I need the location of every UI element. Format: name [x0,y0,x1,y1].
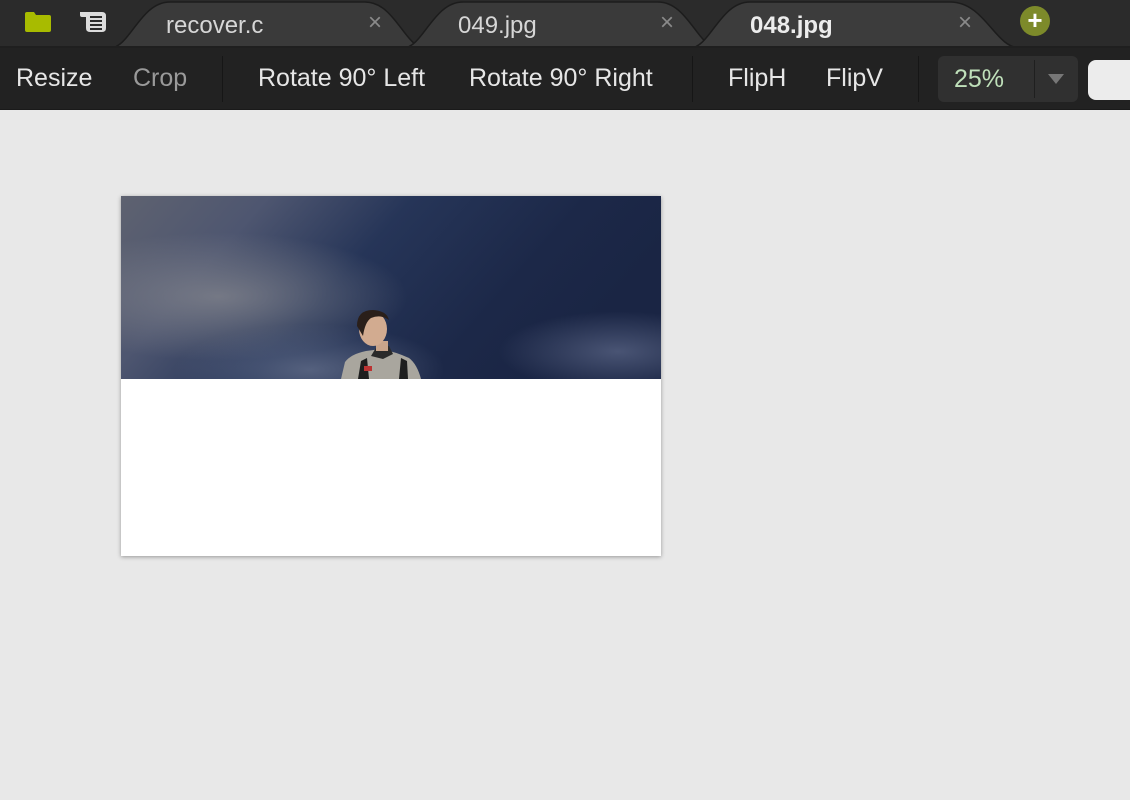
zoom-value: 25% [954,65,1005,93]
flip-vertical-button[interactable]: FlipV [826,48,883,108]
tab-recover-c[interactable]: recover.c × [110,0,425,48]
tab-label: 048.jpg [750,12,833,39]
resize-button[interactable]: Resize [16,48,92,108]
zoom-divider [1034,60,1035,98]
color-swatch-button[interactable] [1088,60,1130,100]
toolbar: Resize Crop Rotate 90° Left Rotate 90° R… [0,48,1130,110]
tab-label: 049.jpg [458,12,537,39]
crop-button[interactable]: Crop [133,48,187,108]
tab-049-jpg[interactable]: 049.jpg × [403,0,718,48]
toolbar-separator [692,56,693,102]
toolbar-separator [918,56,919,102]
tab-bar: recover.c × 049.jpg × 048.jpg × + [0,0,1130,48]
toolbar-separator [222,56,223,102]
notes-icon[interactable] [78,8,108,36]
image-canvas[interactable] [121,196,661,556]
flip-horizontal-button[interactable]: FlipH [728,48,786,108]
folder-icon[interactable] [23,8,53,36]
add-tab-button[interactable]: + [1020,6,1050,36]
rotate-left-button[interactable]: Rotate 90° Left [258,48,425,108]
close-icon[interactable]: × [363,11,387,35]
chevron-down-icon[interactable] [1048,74,1064,84]
rotate-right-button[interactable]: Rotate 90° Right [469,48,653,108]
zoom-select[interactable]: 25% [938,56,1078,102]
tab-048-jpg[interactable]: 048.jpg × [690,0,1020,48]
close-icon[interactable]: × [953,11,977,35]
tab-label: recover.c [166,12,264,39]
photo [121,196,661,379]
close-icon[interactable]: × [655,11,679,35]
